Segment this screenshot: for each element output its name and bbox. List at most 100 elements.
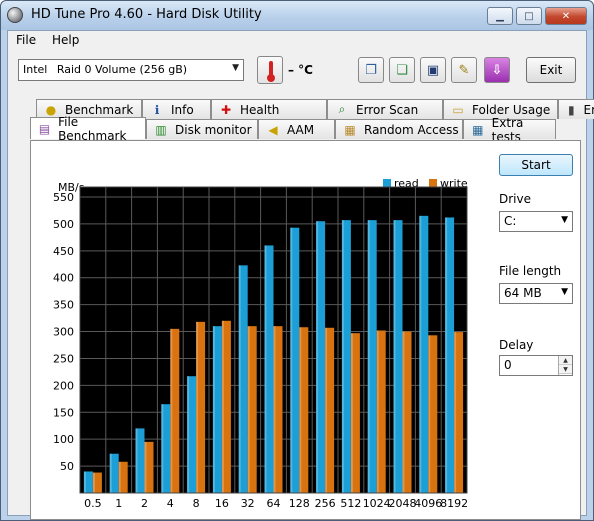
copy-info-icon: ❐ <box>365 62 377 78</box>
minimize-button[interactable]: ▁ <box>487 7 513 25</box>
tab-disk-monitor[interactable]: ▥ Disk monitor <box>146 119 258 139</box>
client-area: File Help Intel Raid 0 Volume (256 gB) ▼… <box>7 30 594 520</box>
copy-info-button[interactable]: ❐ <box>358 57 384 83</box>
y-tick-label: 50 <box>60 460 74 473</box>
drive-combo[interactable]: C: ▼ <box>499 211 573 232</box>
x-tick-label: 4 <box>167 497 174 510</box>
legend-swatch-write <box>429 179 437 187</box>
save-button[interactable]: ▣ <box>420 57 446 83</box>
legend-label-write: write <box>440 177 468 190</box>
bar-highlight-write <box>376 330 379 493</box>
options-icon: ✎ <box>458 62 470 78</box>
file-length-combo[interactable]: 64 MB ▼ <box>499 283 573 304</box>
options-button[interactable]: ✎ <box>451 57 477 83</box>
temperature-button[interactable] <box>257 56 283 84</box>
y-tick-label: 100 <box>53 433 74 446</box>
spin-up-icon[interactable]: ▲ <box>559 356 572 365</box>
copy-screenshot-button[interactable]: ❏ <box>389 57 415 83</box>
bar-highlight-read <box>83 471 86 493</box>
save-icon: ▣ <box>426 62 440 78</box>
tab-label: AAM <box>287 122 315 137</box>
extra-tests-icon: ▦ <box>472 122 484 137</box>
bar-highlight-read <box>341 220 344 493</box>
spin-down-icon[interactable]: ▼ <box>559 365 572 374</box>
bar-highlight-read <box>393 220 396 493</box>
title-bar[interactable]: HD Tune Pro 4.60 - Hard Disk Utility ▁ □… <box>1 1 593 30</box>
delay-label: Delay <box>499 338 534 352</box>
x-tick-label: 8 <box>193 497 200 510</box>
bar-highlight-write <box>454 332 457 493</box>
bar-highlight-read <box>445 217 448 493</box>
x-tick-label: 2 <box>141 497 148 510</box>
chevron-down-icon: ▼ <box>561 215 568 225</box>
tab-random-access[interactable]: ▦ Random Access <box>335 119 463 139</box>
y-tick-label: 450 <box>53 245 74 258</box>
close-button[interactable]: ✕ <box>545 7 587 25</box>
x-tick-label: 4096 <box>414 497 442 510</box>
x-tick-label: 0.5 <box>84 497 102 510</box>
health-icon: ✚ <box>220 102 232 117</box>
bar-highlight-write <box>325 327 328 493</box>
y-tick-label: 250 <box>53 352 74 365</box>
tab-label: Random Access <box>364 122 459 137</box>
tab-extra-tests[interactable]: ▦ Extra tests <box>463 116 556 144</box>
tab-file-benchmark[interactable]: ▤ File Benchmark <box>30 115 146 143</box>
bar-highlight-write <box>221 320 224 493</box>
tab-info[interactable]: ℹ Info <box>142 99 211 119</box>
menu-file[interactable]: File <box>16 33 36 47</box>
x-tick-label: 2048 <box>389 497 417 510</box>
bar-highlight-write <box>428 335 431 493</box>
erase-icon: ▮ <box>567 102 575 117</box>
x-tick-label: 32 <box>241 497 255 510</box>
app-icon <box>7 7 23 23</box>
legend-swatch-read <box>383 179 391 187</box>
close-icon: ✕ <box>561 10 571 22</box>
download-button[interactable]: ⇩ <box>484 57 510 83</box>
x-tick-label: 64 <box>267 497 281 510</box>
tab-error-scan[interactable]: ⌕ Error Scan <box>327 99 443 119</box>
bar-highlight-read <box>161 404 164 493</box>
app-window: HD Tune Pro 4.60 - Hard Disk Utility ▁ □… <box>0 0 594 521</box>
window-title: HD Tune Pro 4.60 - Hard Disk Utility <box>31 7 262 22</box>
tab-label: Info <box>171 102 194 117</box>
menu-help[interactable]: Help <box>52 33 79 47</box>
delay-value: 0 <box>504 358 512 372</box>
chevron-down-icon: ▼ <box>561 287 568 297</box>
copy-screenshot-icon: ❏ <box>396 62 408 78</box>
bar-highlight-read <box>290 227 293 493</box>
bar-highlight-read <box>212 326 215 493</box>
bar-highlight-write <box>402 331 405 493</box>
tab-aam[interactable]: ◀ AAM <box>258 119 335 139</box>
legend-label-read: read <box>394 177 419 190</box>
tab-row-bottom: ▤ File Benchmark ▥ Disk monitor ◀ AAM ▦ Random … <box>30 115 556 144</box>
file-length-value: 64 MB <box>504 286 542 300</box>
tab-label: Error Scan <box>356 102 419 117</box>
bar-highlight-write <box>92 472 95 493</box>
maximize-button[interactable]: □ <box>516 7 542 25</box>
tab-label: Folder Usage <box>472 102 551 117</box>
tab-erase[interactable]: ▮ Erase <box>558 99 594 119</box>
file-benchmark-panel: 50 100 150 200 250 300 350 400 450 500 550 MB/s read… <box>30 140 581 520</box>
drive-name: Raid 0 Volume (256 gB) <box>56 63 188 76</box>
x-tick-label: 1024 <box>363 497 391 510</box>
bar-highlight-write <box>273 326 276 493</box>
drive-selector[interactable]: Intel Raid 0 Volume (256 gB) ▼ <box>18 59 244 81</box>
tab-health[interactable]: ✚ Health <box>211 99 327 119</box>
benchmark-chart: 50100150200250300350400450500550MB/s read… <box>53 177 468 510</box>
folder-icon: ▭ <box>452 102 464 117</box>
toolbar: Intel Raid 0 Volume (256 gB) ▼ – °C ❐ ❏ … <box>8 53 586 89</box>
drive-combo-value: C: <box>504 214 517 228</box>
tab-label: Disk monitor <box>175 122 252 137</box>
delay-spinner[interactable]: 0 ▲ ▼ <box>499 355 573 376</box>
x-tick-label: 16 <box>215 497 229 510</box>
bar-highlight-read <box>367 220 370 493</box>
disk-monitor-icon: ▥ <box>155 122 167 137</box>
start-button[interactable]: Start <box>499 154 573 176</box>
minimize-icon: ▁ <box>496 10 504 22</box>
tab-label: File Benchmark <box>58 114 127 143</box>
x-tick-label: 8192 <box>440 497 468 510</box>
bar-highlight-write <box>196 321 199 493</box>
random-access-icon: ▦ <box>344 122 356 137</box>
exit-button[interactable]: Exit <box>526 57 576 83</box>
menu-bar: File Help <box>8 31 586 51</box>
